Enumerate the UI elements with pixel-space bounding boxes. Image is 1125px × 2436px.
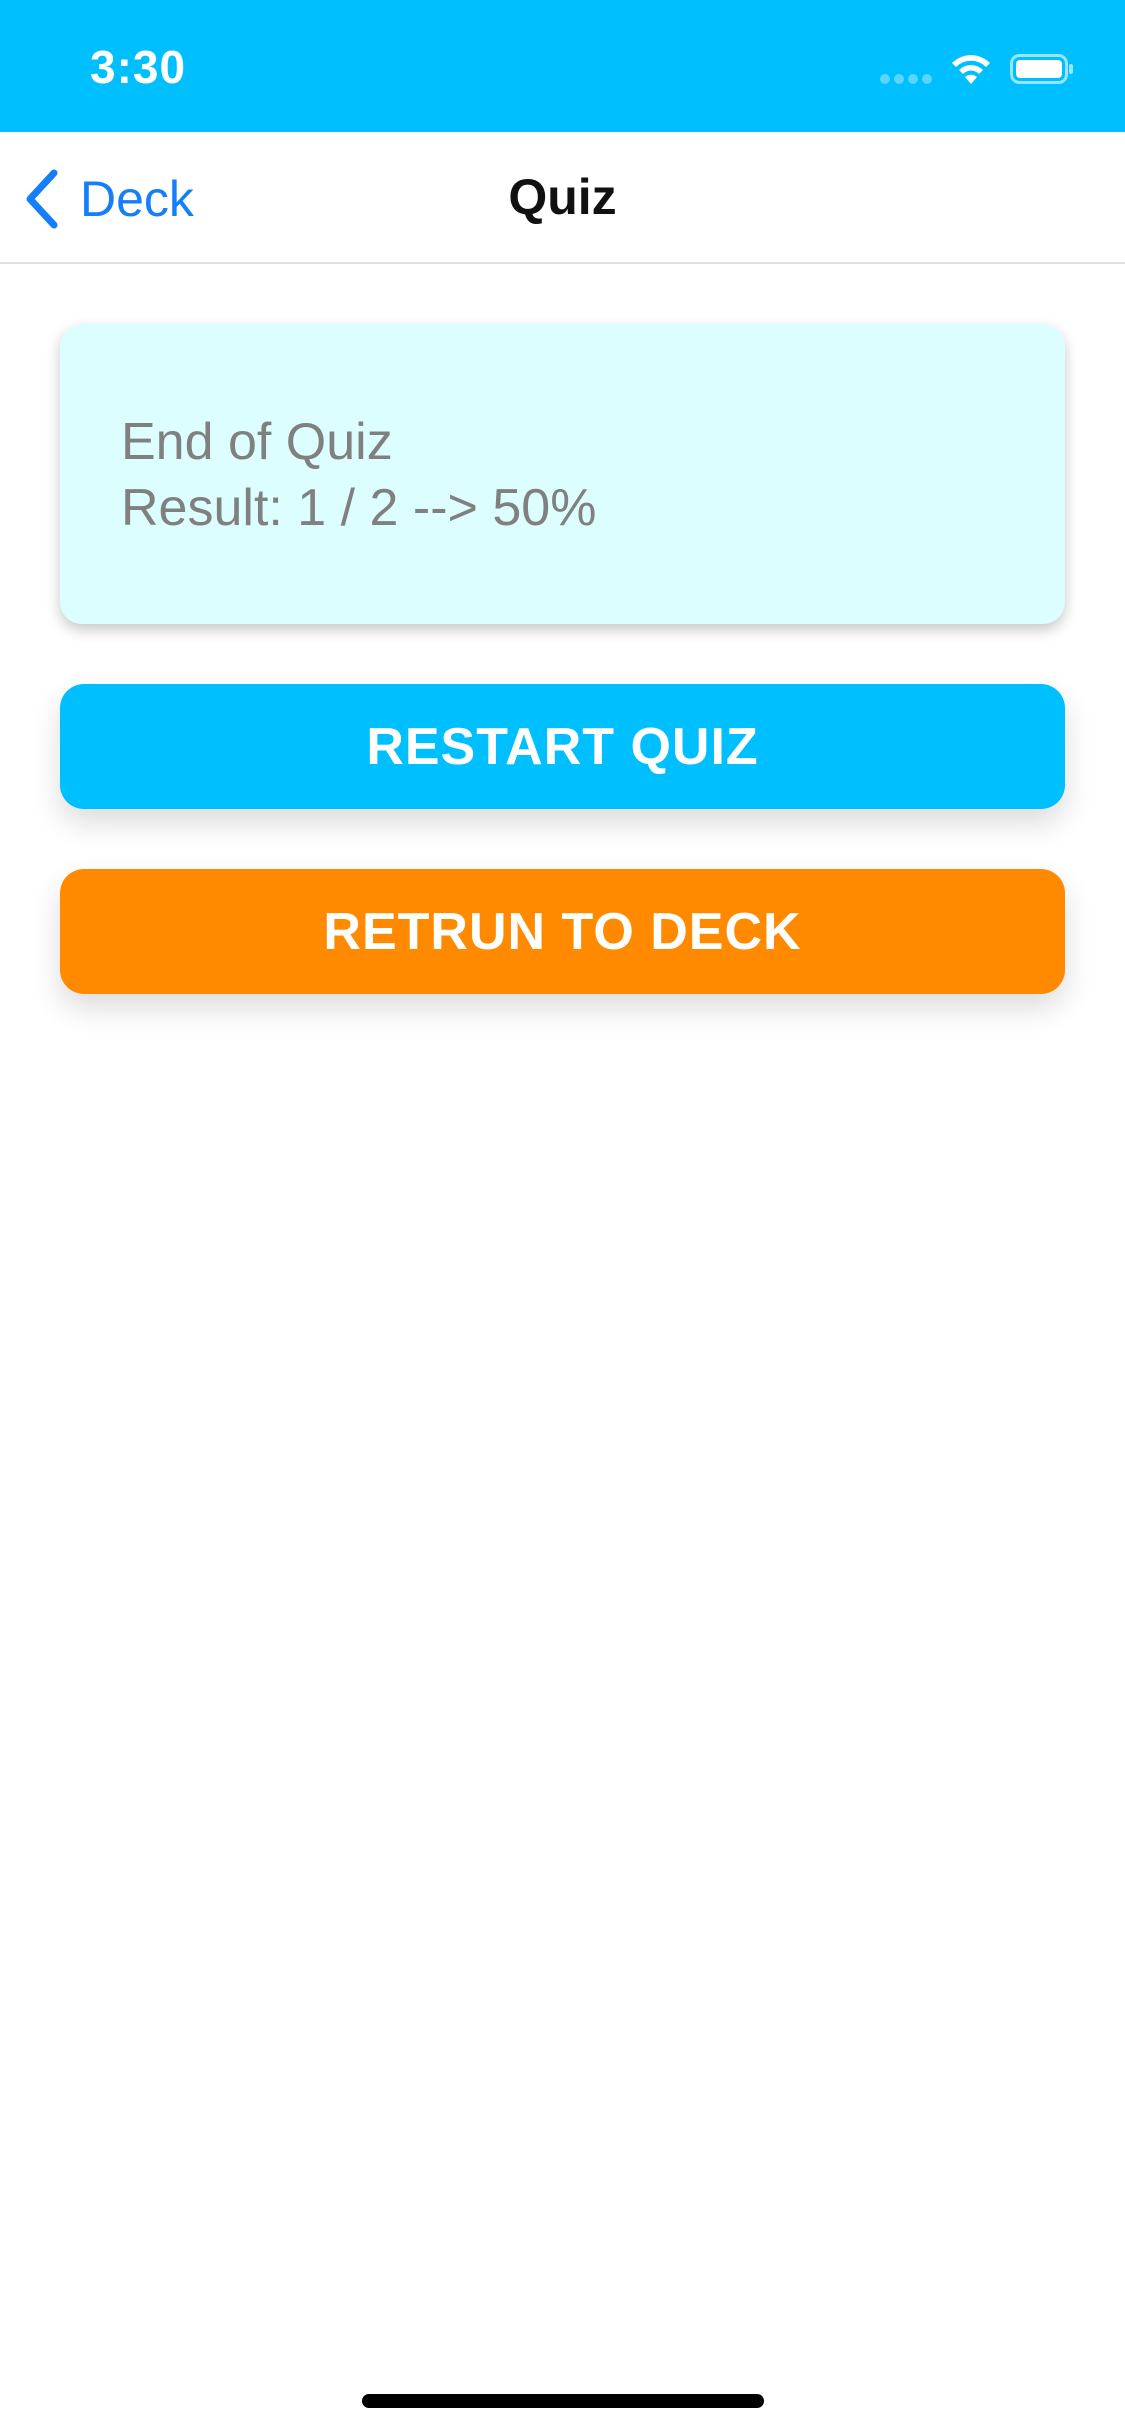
result-card: End of Quiz Result: 1 / 2 --> 50% [60,324,1065,624]
navigation-bar: Deck Quiz [0,132,1125,264]
status-time: 3:30 [90,41,187,93]
status-bar: 3:30 [0,0,1125,132]
page-title: Quiz [508,169,617,225]
wifi-icon [952,55,990,84]
return-to-deck-button[interactable]: RETRUN TO DECK [60,869,1065,994]
end-of-quiz-text: End of Quiz [121,413,393,471]
cellular-signal-icon [880,74,934,84]
result-score-text: Result: 1 / 2 --> 50% [121,479,597,537]
quiz-result-screen: 3:30 Deck Quiz End of Quiz Result: 1 / 2… [0,0,1125,2436]
battery-icon [1010,54,1073,84]
home-indicator[interactable] [362,2394,764,2408]
restart-quiz-button[interactable]: RESTART QUIZ [60,684,1065,809]
